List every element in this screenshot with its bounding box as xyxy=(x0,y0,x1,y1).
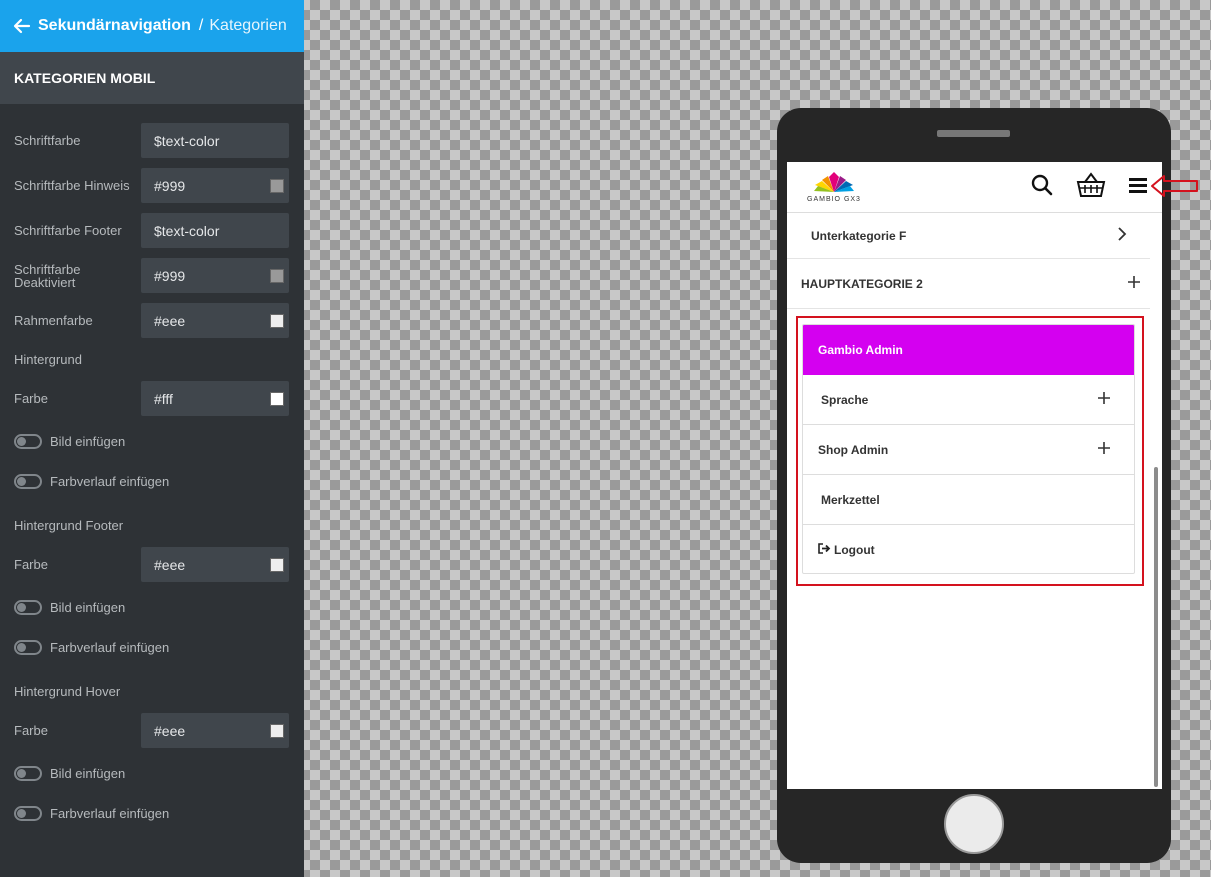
field-hover-color: Farbe #eee xyxy=(14,708,289,753)
toggle-label: Bild einfügen xyxy=(50,765,126,781)
logo-text: GAMBIO GX3 xyxy=(807,195,861,203)
color-input-value: #eee xyxy=(154,556,186,573)
phone-home-button xyxy=(944,794,1004,854)
image-toggle[interactable] xyxy=(14,433,42,449)
hover-gradient-toggle-row: Farbverlauf einfügen xyxy=(14,793,289,833)
breadcrumb-separator: / xyxy=(198,17,204,34)
preview-scrollbar[interactable] xyxy=(1154,467,1158,787)
main-category-label: HAUPTKATEGORIE 2 xyxy=(801,276,923,291)
footer-gradient-toggle-row: Farbverlauf einfügen xyxy=(14,627,289,667)
field-footer-color: Farbe #eee xyxy=(14,542,289,587)
field-schriftfarbe: Schriftfarbe $text-color xyxy=(14,118,289,163)
color-input-value: #eee xyxy=(154,722,186,739)
gradient-toggle[interactable] xyxy=(14,639,42,655)
back-arrow-icon[interactable] xyxy=(12,15,34,37)
field-schriftfarbe-deaktiviert: Schriftfarbe Deaktiviert #999 xyxy=(14,253,289,298)
hover-image-toggle-row: Bild einfügen xyxy=(14,753,289,793)
color-swatch[interactable] xyxy=(270,723,284,738)
footer-image-toggle-row: Bild einfügen xyxy=(14,587,289,627)
field-label: Schriftfarbe Footer xyxy=(14,223,122,238)
highlight-frame xyxy=(796,316,1144,586)
color-input[interactable]: #fff xyxy=(141,381,289,416)
phone-speaker xyxy=(937,130,1010,137)
color-input[interactable]: #999 xyxy=(141,168,289,203)
field-background-color: Farbe #fff xyxy=(14,376,289,421)
settings-sidebar: Sekundärnavigation / Kategorien KATEGORI… xyxy=(0,0,304,877)
color-swatch[interactable] xyxy=(270,313,284,328)
shop-header: GAMBIO GX3 xyxy=(787,162,1162,213)
field-label: Rahmenfarbe xyxy=(14,313,93,328)
field-schriftfarbe-footer: Schriftfarbe Footer $text-color xyxy=(14,208,289,253)
chevron-right-icon xyxy=(1116,226,1128,245)
color-input[interactable]: #999 xyxy=(141,258,289,293)
red-arrow-icon xyxy=(1150,173,1200,204)
section-title: KATEGORIEN MOBIL xyxy=(0,52,304,104)
lotus-logo-icon xyxy=(813,171,854,192)
field-label: Schriftfarbe xyxy=(14,133,81,148)
background-heading: Hintergrund xyxy=(14,352,82,367)
color-input[interactable]: #eee xyxy=(141,547,289,582)
image-toggle[interactable] xyxy=(14,765,42,781)
background-image-toggle-row: Bild einfügen xyxy=(14,421,289,461)
breadcrumb-parent[interactable]: Sekundärnavigation xyxy=(38,17,191,35)
field-rahmenfarbe: Rahmenfarbe #eee xyxy=(14,298,289,343)
color-input[interactable]: #eee xyxy=(141,713,289,748)
toggle-label: Farbverlauf einfügen xyxy=(50,805,170,821)
color-input-value: #999 xyxy=(154,177,186,194)
search-icon[interactable] xyxy=(1030,173,1054,202)
gradient-toggle[interactable] xyxy=(14,473,42,489)
toggle-label: Bild einfügen xyxy=(50,599,126,615)
color-input[interactable]: #eee xyxy=(141,303,289,338)
field-label: Schriftfarbe Hinweis xyxy=(14,178,130,193)
basket-icon[interactable] xyxy=(1076,171,1106,203)
toggle-label: Bild einfügen xyxy=(50,433,126,449)
color-input-value: #eee xyxy=(154,312,186,329)
color-input[interactable]: $text-color xyxy=(141,213,289,248)
toggle-label: Farbverlauf einfügen xyxy=(50,639,170,655)
subcategory-item[interactable]: Unterkategorie F xyxy=(787,213,1150,259)
field-label: Farbe xyxy=(14,723,48,738)
color-swatch[interactable] xyxy=(270,178,284,193)
breadcrumb: Sekundärnavigation / Kategorien xyxy=(0,0,304,52)
footer-background-heading: Hintergrund Footer xyxy=(14,518,124,533)
color-input-value: $text-color xyxy=(154,132,220,149)
plus-icon[interactable] xyxy=(1126,274,1142,293)
background-gradient-toggle-row: Farbverlauf einfügen xyxy=(14,461,289,501)
color-swatch[interactable] xyxy=(270,557,284,572)
image-toggle[interactable] xyxy=(14,599,42,615)
color-swatch[interactable] xyxy=(270,391,284,406)
subcategory-label: Unterkategorie F xyxy=(811,228,907,243)
color-input-value: #999 xyxy=(154,267,186,284)
field-label: Schriftfarbe Deaktiviert xyxy=(14,261,81,290)
shop-logo[interactable]: GAMBIO GX3 xyxy=(807,171,861,203)
main-category-item[interactable]: HAUPTKATEGORIE 2 xyxy=(787,259,1150,309)
field-schriftfarbe-hinweis: Schriftfarbe Hinweis #999 xyxy=(14,163,289,208)
hamburger-menu-icon[interactable] xyxy=(1128,176,1148,199)
color-input-value: $text-color xyxy=(154,222,220,239)
toggle-label: Farbverlauf einfügen xyxy=(50,473,170,489)
color-swatch[interactable] xyxy=(270,268,284,283)
gradient-toggle[interactable] xyxy=(14,805,42,821)
hover-background-heading: Hintergrund Hover xyxy=(14,684,121,699)
breadcrumb-current: Kategorien xyxy=(209,17,287,34)
field-label: Farbe xyxy=(14,391,48,406)
field-label: Farbe xyxy=(14,557,48,572)
color-input-value: #fff xyxy=(154,390,173,407)
color-input[interactable]: $text-color xyxy=(141,123,289,158)
